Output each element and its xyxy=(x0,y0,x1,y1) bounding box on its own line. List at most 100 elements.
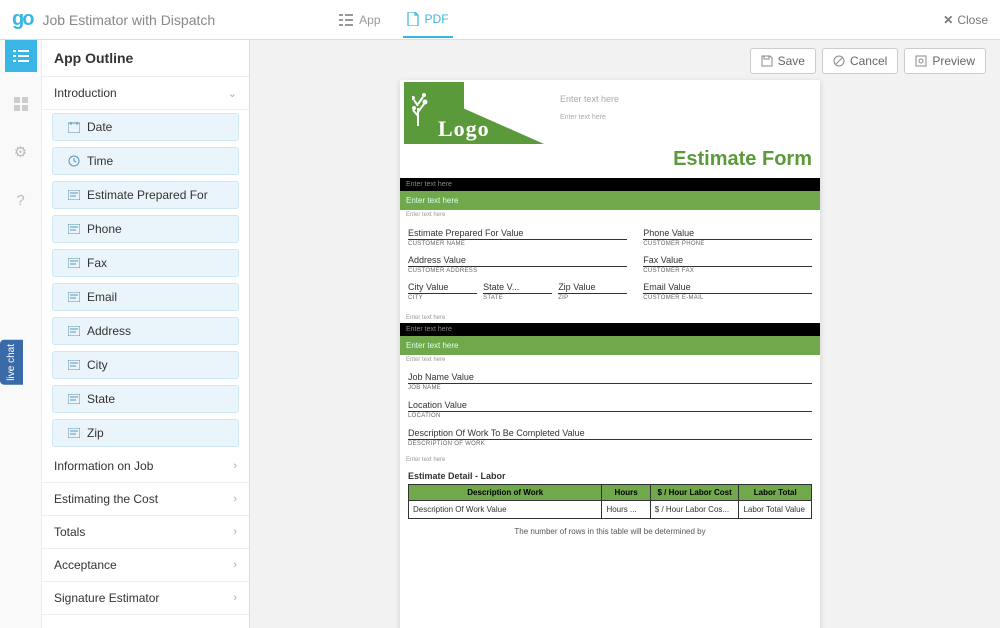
save-label: Save xyxy=(778,54,805,68)
preview-icon xyxy=(915,55,927,67)
tab-app[interactable]: App xyxy=(335,2,384,38)
field-fax[interactable]: Fax xyxy=(52,249,239,277)
tiny-placeholder-4[interactable]: Enter text here xyxy=(400,455,820,465)
field-city-val[interactable]: City Value xyxy=(408,278,477,294)
doc-header: Logo Enter text here Enter text here xyxy=(400,80,820,150)
field-phone-val[interactable]: Phone Value xyxy=(643,224,812,240)
field-address[interactable]: Address xyxy=(52,317,239,345)
field-label: Time xyxy=(87,154,113,168)
chevron-right-icon: › xyxy=(233,526,237,538)
section-totals[interactable]: Totals› xyxy=(42,516,249,549)
close-button[interactable]: ✕ Close xyxy=(943,13,988,27)
header-placeholder-2[interactable]: Enter text here xyxy=(560,114,606,121)
field-fax-val[interactable]: Fax Value xyxy=(643,251,812,267)
cell-cost[interactable]: $ / Hour Labor Cos... xyxy=(650,501,739,519)
sub-job-name: JOB NAME xyxy=(408,384,812,395)
rail-grid[interactable] xyxy=(5,88,37,120)
th-hours: Hours xyxy=(602,485,650,501)
th-cost: $ / Hour Labor Cost xyxy=(650,485,739,501)
text-icon xyxy=(67,359,81,371)
section-label: Estimating the Cost xyxy=(54,492,158,506)
table-row[interactable]: Description Of Work Value Hours ... $ / … xyxy=(409,501,812,519)
field-email[interactable]: Email xyxy=(52,283,239,311)
field-zip-val[interactable]: Zip Value xyxy=(558,278,627,294)
sub-address: CUSTOMER ADDRESS xyxy=(408,267,627,278)
section-subbar-2[interactable]: Enter text here xyxy=(400,336,820,355)
sub-city: CITY xyxy=(408,294,477,305)
section-introduction[interactable]: Introduction ⌄ xyxy=(42,77,249,110)
rail-settings[interactable]: ⚙ xyxy=(5,136,37,168)
field-state[interactable]: State xyxy=(52,385,239,413)
rail-outline[interactable] xyxy=(5,40,37,72)
cell-hours[interactable]: Hours ... xyxy=(602,501,650,519)
save-button[interactable]: Save xyxy=(750,48,816,74)
left-rail: ⚙ ? xyxy=(0,40,42,628)
table-note: The number of rows in this table will be… xyxy=(400,519,820,544)
tab-pdf[interactable]: PDF xyxy=(403,2,453,38)
section-estimating-cost[interactable]: Estimating the Cost› xyxy=(42,483,249,516)
sub-fax: CUSTOMER FAX xyxy=(643,267,812,278)
tiny-placeholder-3[interactable]: Enter text here xyxy=(400,355,820,365)
chevron-down-icon: ⌄ xyxy=(228,87,237,100)
section-label: Acceptance xyxy=(54,558,117,572)
sub-zip: ZIP xyxy=(558,294,627,305)
cancel-button[interactable]: Cancel xyxy=(822,48,898,74)
main-area: ⚙ ? App Outline Introduction ⌄ Date Time… xyxy=(0,40,1000,628)
job-name[interactable]: Job Name Value xyxy=(408,367,812,384)
live-chat-button[interactable]: live chat xyxy=(0,340,23,385)
document-icon xyxy=(407,12,419,26)
chevron-right-icon: › xyxy=(233,592,237,604)
field-label: Address xyxy=(87,324,131,338)
text-icon xyxy=(67,257,81,269)
preview-label: Preview xyxy=(932,54,975,68)
preview-button[interactable]: Preview xyxy=(904,48,986,74)
field-address-val[interactable]: Address Value xyxy=(408,251,627,267)
field-city[interactable]: City xyxy=(52,351,239,379)
logo-block: Logo xyxy=(404,82,544,148)
section-signature-estimator[interactable]: Signature Estimator › xyxy=(42,582,249,615)
job-location[interactable]: Location Value xyxy=(408,395,812,412)
section-subbar-1[interactable]: Enter text here xyxy=(400,191,820,210)
section-acceptance[interactable]: Acceptance › xyxy=(42,549,249,582)
tiny-placeholder-2[interactable]: Enter text here xyxy=(400,313,820,323)
tree-icon xyxy=(412,86,440,126)
field-label: Estimate Prepared For xyxy=(87,188,208,202)
cell-desc[interactable]: Description Of Work Value xyxy=(409,501,602,519)
section-label: Introduction xyxy=(54,86,117,100)
top-bar: go Job Estimator with Dispatch App PDF ✕… xyxy=(0,0,1000,40)
sidebar-title: App Outline xyxy=(42,40,249,77)
field-prepared-for[interactable]: Estimate Prepared For xyxy=(52,181,239,209)
close-icon: ✕ xyxy=(943,13,953,27)
job-section: Job Name Value JOB NAME Location Value L… xyxy=(400,365,820,455)
chevron-right-icon: › xyxy=(233,559,237,571)
field-label: Date xyxy=(87,120,112,134)
field-zip[interactable]: Zip xyxy=(52,419,239,447)
section-bar-2[interactable]: Enter text here xyxy=(400,323,820,336)
field-label: Phone xyxy=(87,222,122,236)
calendar-icon xyxy=(67,121,81,133)
estimate-section-title: Estimate Detail - Labor xyxy=(400,465,820,484)
field-state-val[interactable]: State V... xyxy=(483,278,552,294)
cell-total[interactable]: Labor Total Value xyxy=(739,501,812,519)
section-label: Signature Estimator xyxy=(54,591,159,605)
section-bar-1[interactable]: Enter text here xyxy=(400,178,820,191)
list-icon xyxy=(339,13,353,27)
job-desc[interactable]: Description Of Work To Be Completed Valu… xyxy=(408,423,812,440)
action-bar: Save Cancel Preview xyxy=(750,48,986,74)
field-time[interactable]: Time xyxy=(52,147,239,175)
field-date[interactable]: Date xyxy=(52,113,239,141)
section-information-on-job[interactable]: Information on Job› xyxy=(42,450,249,483)
header-placeholder-1[interactable]: Enter text here xyxy=(560,94,619,104)
tiny-placeholder-1[interactable]: Enter text here xyxy=(400,210,820,220)
tab-pdf-label: PDF xyxy=(425,12,449,26)
field-phone[interactable]: Phone xyxy=(52,215,239,243)
sub-prep-for: CUSTOMER NAME xyxy=(408,240,627,251)
field-prep-for[interactable]: Estimate Prepared For Value xyxy=(408,224,627,240)
rail-help[interactable]: ? xyxy=(5,184,37,216)
sub-phone: CUSTOMER PHONE xyxy=(643,240,812,251)
app-title: Job Estimator with Dispatch xyxy=(42,12,215,28)
field-email-val[interactable]: Email Value xyxy=(643,278,812,294)
text-icon xyxy=(67,223,81,235)
sub-email: CUSTOMER E-MAIL xyxy=(643,294,812,305)
question-icon: ? xyxy=(16,192,24,209)
